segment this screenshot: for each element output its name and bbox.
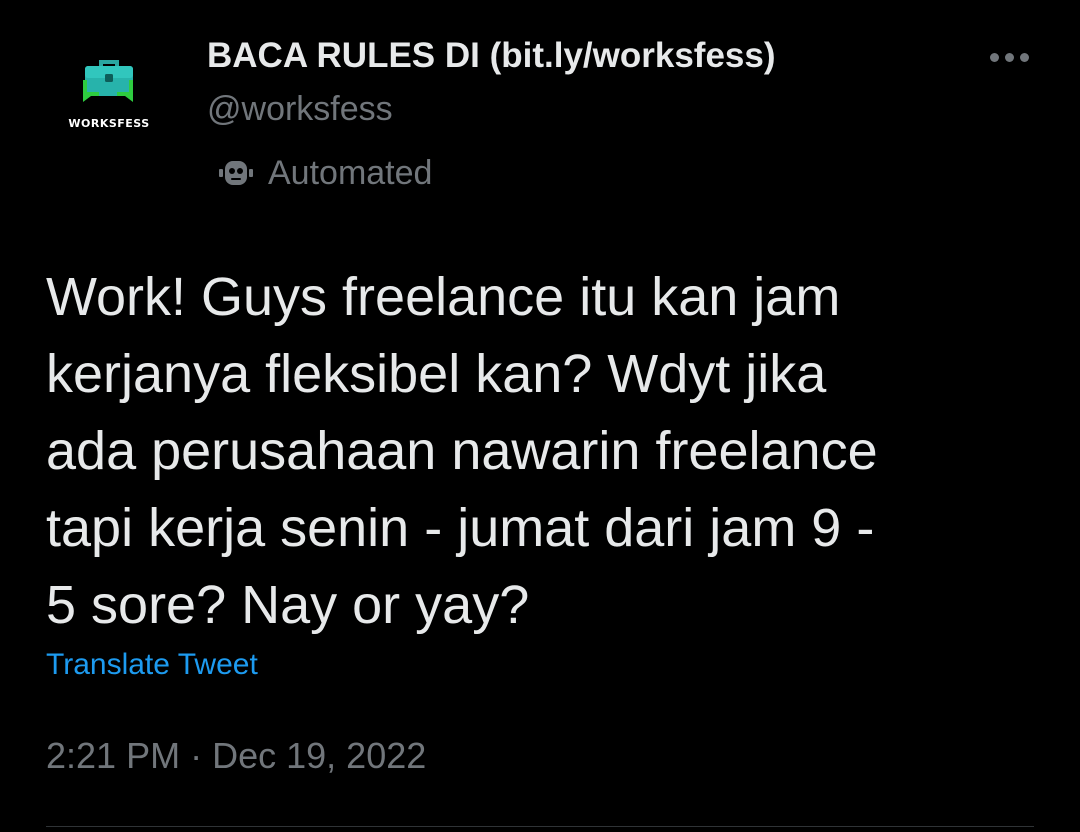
translate-tweet-link[interactable]: Translate Tweet [46,648,258,682]
tweet-line: kerjanya fleksibel kan? Wdyt jika [46,344,827,404]
more-horizontal-icon [990,52,999,62]
automated-text: Automated [268,153,433,192]
robot-icon [219,161,253,185]
automated-label: Automated [218,153,432,193]
timestamp-separator: · [190,735,203,776]
tweet-text: Work! Guys freelance itu kan jam kerjany… [46,259,1036,644]
tweet-timestamp: 2:21 PM · Dec 19, 2022 [46,735,426,777]
display-name[interactable]: BACA RULES DI (bit.ly/worksfess) [207,36,776,76]
tweet-line: Work! Guys freelance itu kan jam [46,267,841,327]
avatar-label: WORKSFESS [68,117,150,130]
avatar[interactable]: WORKSFESS [44,28,174,158]
divider [46,826,1034,827]
tweet-line: 5 sore? Nay or yay? [46,575,530,635]
tweet-line: ada perusahaan nawarin freelance [46,421,878,481]
more-options-button[interactable] [990,46,1036,68]
briefcase-chat-icon [83,60,133,102]
tweet-line: tapi kerja senin - jumat dari jam 9 - [46,498,875,558]
tweet-date[interactable]: Dec 19, 2022 [212,735,426,776]
tweet-time[interactable]: 2:21 PM [46,735,180,776]
user-handle[interactable]: @worksfess [207,90,393,129]
